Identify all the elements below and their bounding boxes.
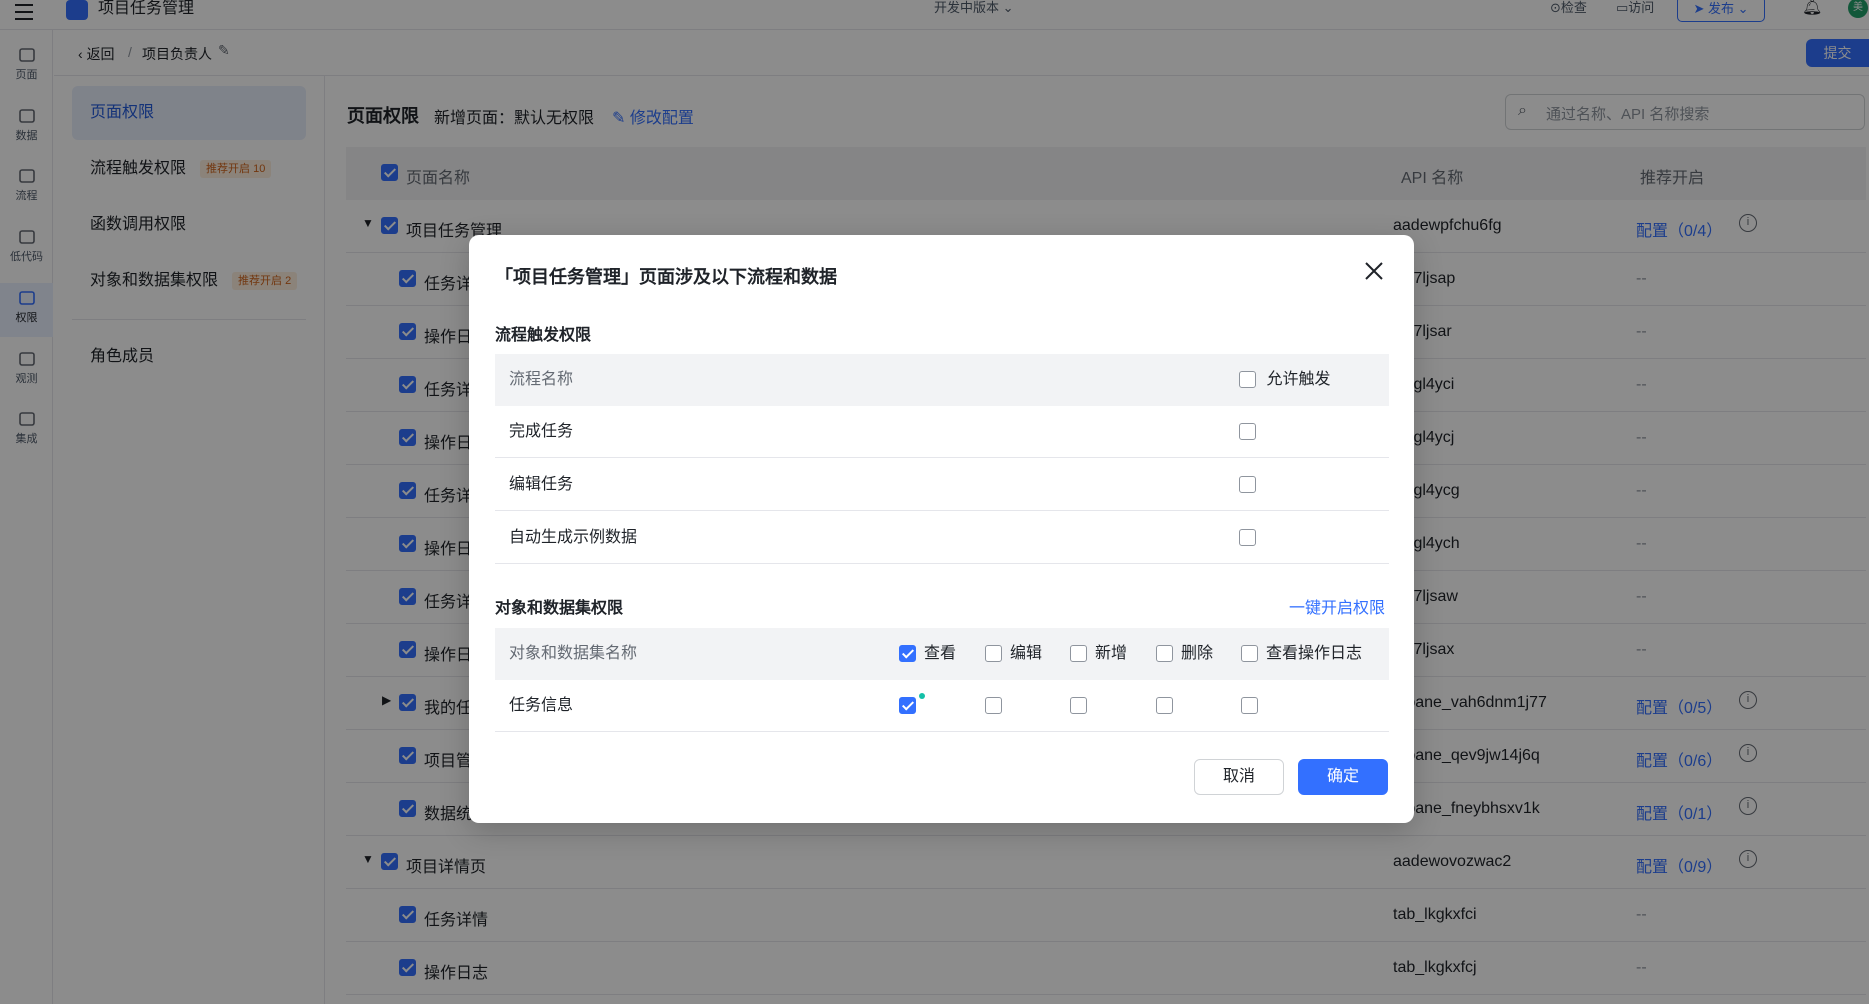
edit-label: 编辑 <box>1010 645 1043 662</box>
cancel-button[interactable]: 取消 <box>1194 759 1284 795</box>
add-checkbox[interactable] <box>1070 680 1087 732</box>
flow-row: 自动生成示例数据 <box>495 512 1389 564</box>
delete-all-checkbox[interactable]: 删除 <box>1156 628 1213 680</box>
allow-trigger-label: 允许触发 <box>1266 371 1331 388</box>
enable-all-link[interactable]: 一键开启权限 <box>1289 594 1385 618</box>
flow-name: 完成任务 <box>509 423 574 440</box>
allow-trigger-checkbox[interactable] <box>1239 459 1256 511</box>
object-name: 任务信息 <box>509 697 574 714</box>
edit-checkbox[interactable] <box>985 680 1002 732</box>
view-label: 查看 <box>924 645 957 662</box>
object-row: 任务信息 <box>495 680 1389 732</box>
checkbox[interactable] <box>1239 371 1256 389</box>
flow-table-header: 流程名称 允许触发 <box>495 354 1389 406</box>
flow-row: 编辑任务 <box>495 459 1389 511</box>
log-label: 查看操作日志 <box>1266 645 1363 662</box>
flow-name: 编辑任务 <box>509 476 574 493</box>
close-icon[interactable] <box>1362 259 1386 283</box>
log-all-checkbox[interactable]: 查看操作日志 <box>1241 628 1362 680</box>
object-section-title: 对象和数据集权限 <box>495 600 624 617</box>
flow-section-title: 流程触发权限 <box>495 327 592 344</box>
permission-dialog: 「项目任务管理」页面涉及以下流程和数据 流程触发权限 流程名称 允许触发 完成任… <box>469 235 1414 823</box>
object-name-header: 对象和数据集名称 <box>509 645 638 662</box>
flow-row: 完成任务 <box>495 406 1389 458</box>
log-checkbox[interactable] <box>1241 680 1258 732</box>
recommend-dot <box>919 693 925 699</box>
view-checkbox[interactable] <box>899 680 925 732</box>
dialog-title: 「项目任务管理」页面涉及以下流程和数据 <box>495 267 837 287</box>
add-all-checkbox[interactable]: 新增 <box>1070 628 1127 680</box>
flow-name: 自动生成示例数据 <box>509 529 638 546</box>
allow-trigger-checkbox[interactable] <box>1239 512 1256 564</box>
view-all-checkbox[interactable]: 查看 <box>899 628 956 680</box>
add-label: 新增 <box>1095 645 1128 662</box>
confirm-button[interactable]: 确定 <box>1298 759 1388 795</box>
delete-label: 删除 <box>1181 645 1214 662</box>
object-table-header: 对象和数据集名称 查看 编辑 新增 删除 查看操作日志 <box>495 628 1389 680</box>
delete-checkbox[interactable] <box>1156 680 1173 732</box>
flow-name-header: 流程名称 <box>509 371 574 388</box>
edit-all-checkbox[interactable]: 编辑 <box>985 628 1042 680</box>
allow-trigger-checkbox[interactable] <box>1239 406 1256 458</box>
allow-trigger-all-checkbox[interactable]: 允许触发 <box>1239 354 1330 406</box>
